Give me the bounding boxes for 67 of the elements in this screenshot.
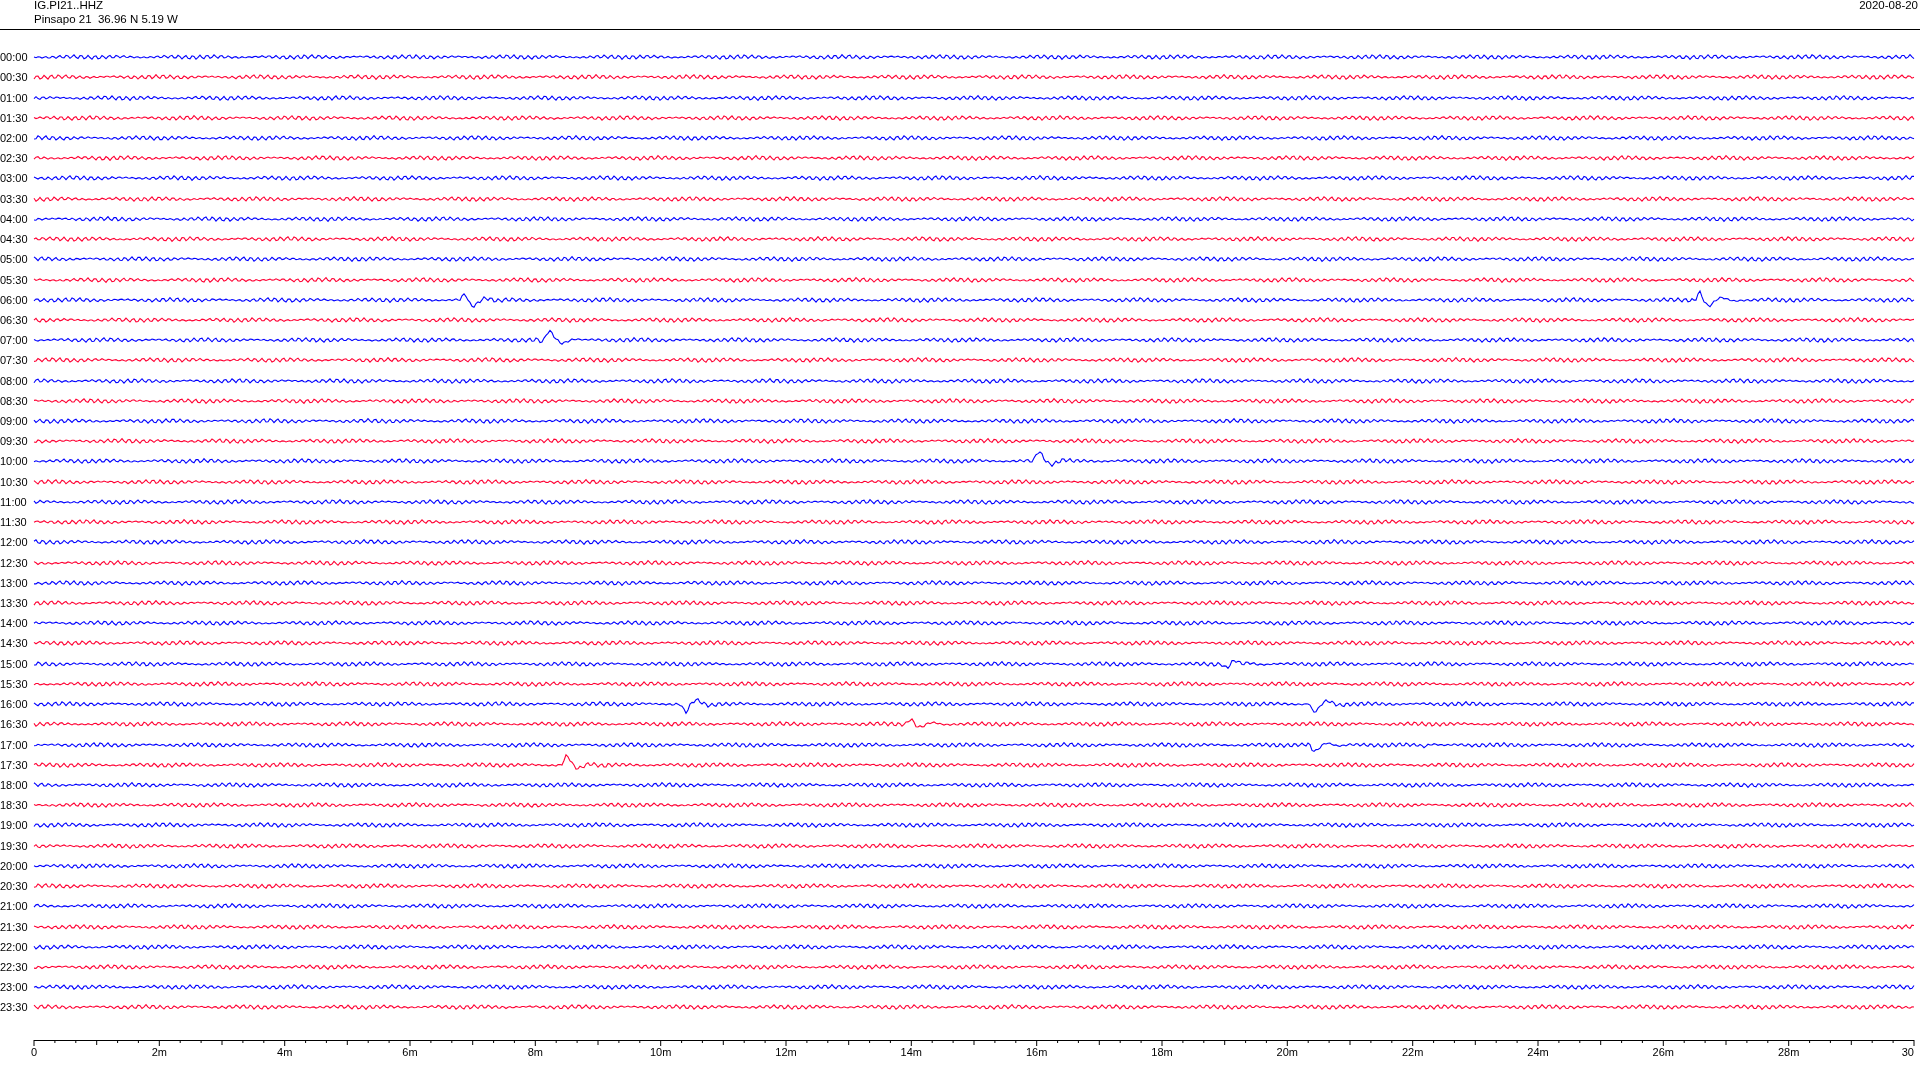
- time-label: 20:30: [0, 880, 29, 893]
- time-label: 09:00: [0, 415, 29, 428]
- axis-tick-label: 10m: [650, 1045, 672, 1058]
- axis-tick-label: 22m: [1402, 1045, 1424, 1058]
- axis-tick-label: 20m: [1276, 1045, 1298, 1058]
- time-label: 04:30: [0, 233, 29, 246]
- axis-tick-label: 14m: [900, 1045, 922, 1058]
- time-label: 07:00: [0, 334, 29, 347]
- time-label: 22:00: [0, 940, 29, 953]
- axis-tick-label: 26m: [1652, 1045, 1674, 1058]
- time-label: 03:00: [0, 172, 29, 185]
- axis-tick-label: 2m: [151, 1045, 167, 1058]
- time-label: 14:00: [0, 617, 29, 630]
- axis-tick-label: 0: [30, 1045, 38, 1058]
- time-label: 10:30: [0, 475, 29, 488]
- time-label: 12:30: [0, 556, 29, 569]
- time-label: 15:30: [0, 677, 29, 690]
- axis-tick-label: 12m: [775, 1045, 797, 1058]
- time-label: 05:30: [0, 273, 29, 286]
- station-code: IG.PI21..HHZ: [34, 0, 105, 12]
- time-label: 08:30: [0, 394, 29, 407]
- time-label: 16:30: [0, 718, 29, 731]
- time-label: 17:00: [0, 738, 29, 751]
- axis-tick-label: 4m: [277, 1045, 293, 1058]
- axis-tick-label: 6m: [402, 1045, 418, 1058]
- time-label: 23:00: [0, 981, 29, 994]
- time-label: 19:30: [0, 839, 29, 852]
- time-label: 06:30: [0, 313, 29, 326]
- time-label: 13:30: [0, 597, 29, 609]
- time-label: 21:30: [0, 920, 29, 933]
- time-label: 02:00: [0, 132, 29, 144]
- time-label: 04:00: [0, 212, 29, 225]
- time-label: 21:00: [0, 900, 29, 913]
- time-label: 12:00: [0, 536, 29, 549]
- time-label: 17:30: [0, 758, 29, 771]
- time-label: 01:30: [0, 111, 29, 124]
- time-label: 22:30: [0, 960, 29, 973]
- time-label: 13:00: [0, 576, 29, 589]
- axis-tick-label: 24m: [1527, 1045, 1549, 1058]
- time-label: 02:30: [0, 152, 29, 165]
- time-label: 10:00: [0, 455, 29, 468]
- time-label: 03:30: [0, 192, 29, 205]
- axis-tick-label: 8m: [527, 1045, 543, 1058]
- time-label: 07:30: [0, 354, 29, 367]
- axis-tick-label: 18m: [1151, 1045, 1173, 1058]
- time-label: 11:30: [0, 516, 28, 529]
- station-location: Pinsapo 21 36.96 N 5.19 W: [34, 12, 178, 26]
- time-label: 06:00: [0, 293, 29, 306]
- time-label: 16:00: [0, 698, 29, 711]
- time-label: 11:00: [0, 495, 28, 508]
- time-label: 19:00: [0, 819, 29, 832]
- time-label: 15:00: [0, 657, 29, 670]
- date-label: 2020-08-20: [1859, 0, 1919, 13]
- axis-tick-label: 30: [1901, 1045, 1914, 1058]
- time-label: 14:30: [0, 637, 29, 650]
- time-label: 05:00: [0, 253, 29, 266]
- time-label: 01:00: [0, 91, 29, 104]
- time-label: 20:00: [0, 859, 29, 872]
- time-label: 23:30: [0, 1001, 29, 1014]
- time-label: 18:30: [0, 799, 29, 812]
- time-label: 00:00: [0, 51, 29, 64]
- axis-tick-label: 28m: [1778, 1045, 1800, 1058]
- time-label: 18:00: [0, 779, 29, 791]
- time-label: 00:30: [0, 71, 29, 84]
- time-label: 08:00: [0, 374, 29, 387]
- time-label: 09:30: [0, 435, 29, 448]
- axis-tick-label: 16m: [1026, 1045, 1048, 1058]
